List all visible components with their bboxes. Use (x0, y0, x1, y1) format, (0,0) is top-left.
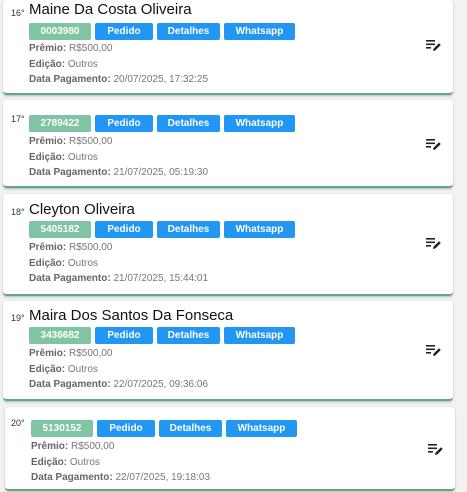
edicao-label: Edição: (29, 151, 66, 163)
pedido-button[interactable]: Pedido (95, 115, 153, 132)
ticket-code-badge[interactable]: 0003980 (29, 23, 91, 40)
edicao-value: Outros (67, 58, 98, 70)
data-pagamento-value: 22/07/2025, 19:18:03 (115, 472, 210, 483)
whatsapp-button[interactable]: Whatsapp (224, 115, 295, 132)
winner-card: 18° Cleyton Oliveira 5405182 Pedido Deta… (3, 194, 453, 296)
winner-card: 19° Maira Dos Santos Da Fonseca 3436682 … (3, 301, 453, 401)
edicao-label: Edição: (29, 363, 66, 375)
premio-label: Prêmio: (31, 441, 69, 452)
premio-value: R$500,00 (69, 136, 113, 147)
winner-info: Prêmio: R$500,00 Edição: Outros Data Pag… (29, 240, 208, 287)
edicao-value: Outros (69, 456, 100, 468)
detalhes-button[interactable]: Detalhes (157, 115, 220, 132)
action-buttons: 5405182 Pedido Detalhes Whatsapp (29, 221, 295, 238)
rank-label: 19° (11, 313, 25, 323)
premio-label: Prêmio: (29, 242, 67, 253)
winner-name: Maine Da Costa Oliveira (29, 1, 192, 18)
pedido-button[interactable]: Pedido (95, 221, 153, 238)
rank-label: 16° (11, 8, 25, 18)
edicao-value: Outros (67, 151, 98, 163)
premio-value: R$500,00 (69, 348, 113, 359)
data-pagamento-label: Data Pagamento: (29, 167, 111, 178)
premio-value: R$500,00 (69, 242, 113, 253)
premio-value: R$500,00 (69, 43, 113, 54)
action-buttons: 5130152 Pedido Detalhes Whatsapp (31, 420, 297, 437)
detalhes-button[interactable]: Detalhes (157, 327, 220, 344)
premio-label: Prêmio: (29, 348, 67, 359)
edit-note-icon[interactable] (426, 38, 442, 52)
ticket-code-badge[interactable]: 2789422 (29, 115, 91, 132)
action-buttons: 2789422 Pedido Detalhes Whatsapp (29, 115, 295, 132)
whatsapp-button[interactable]: Whatsapp (226, 420, 297, 437)
action-buttons: 0003980 Pedido Detalhes Whatsapp (29, 23, 295, 40)
premio-value: R$500,00 (71, 441, 115, 452)
data-pagamento-value: 22/07/2025, 09:36:06 (113, 379, 208, 390)
ticket-code-badge[interactable]: 3436682 (29, 327, 91, 344)
rank-label: 20° (11, 418, 25, 428)
edit-note-icon[interactable] (426, 343, 442, 357)
whatsapp-button[interactable]: Whatsapp (224, 221, 295, 238)
winner-info: Prêmio: R$500,00 Edição: Outros Data Pag… (31, 439, 210, 486)
data-pagamento-label: Data Pagamento: (29, 74, 111, 85)
premio-label: Prêmio: (29, 43, 67, 54)
edit-note-icon[interactable] (426, 236, 442, 250)
edicao-label: Edição: (29, 58, 66, 70)
winner-info: Prêmio: R$500,00 Edição: Outros Data Pag… (29, 346, 208, 393)
winner-card: 17° 2789422 Pedido Detalhes Whatsapp Prê… (3, 100, 453, 188)
pedido-button[interactable]: Pedido (95, 327, 153, 344)
pedido-button[interactable]: Pedido (97, 420, 155, 437)
detalhes-button[interactable]: Detalhes (157, 221, 220, 238)
ticket-code-badge[interactable]: 5405182 (29, 221, 91, 238)
data-pagamento-value: 20/07/2025, 17:32:25 (113, 74, 208, 85)
edit-note-icon[interactable] (426, 137, 442, 151)
edicao-value: Outros (67, 363, 98, 375)
premio-label: Prêmio: (29, 136, 67, 147)
data-pagamento-label: Data Pagamento: (29, 379, 111, 390)
edicao-label: Edição: (29, 257, 66, 269)
data-pagamento-label: Data Pagamento: (29, 273, 111, 284)
data-pagamento-label: Data Pagamento: (31, 472, 113, 483)
winner-card: 16° Maine Da Costa Oliveira 0003980 Pedi… (3, 0, 453, 95)
edicao-label: Edição: (31, 456, 68, 468)
whatsapp-button[interactable]: Whatsapp (224, 23, 295, 40)
winner-card: 20° 5130152 Pedido Detalhes Whatsapp Prê… (5, 407, 455, 491)
winner-info: Prêmio: R$500,00 Edição: Outros Data Pag… (29, 41, 208, 88)
edit-note-icon[interactable] (428, 442, 444, 456)
data-pagamento-value: 21/07/2025, 05:19:30 (113, 167, 208, 178)
detalhes-button[interactable]: Detalhes (157, 23, 220, 40)
winner-name: Cleyton Oliveira (29, 201, 135, 218)
winner-info: Prêmio: R$500,00 Edição: Outros Data Pag… (29, 134, 208, 181)
pedido-button[interactable]: Pedido (95, 23, 153, 40)
edicao-value: Outros (67, 257, 98, 269)
rank-label: 17° (11, 114, 25, 124)
data-pagamento-value: 21/07/2025, 15:44:01 (113, 273, 208, 284)
ticket-code-badge[interactable]: 5130152 (31, 420, 93, 437)
whatsapp-button[interactable]: Whatsapp (224, 327, 295, 344)
action-buttons: 3436682 Pedido Detalhes Whatsapp (29, 327, 295, 344)
winner-name: Maira Dos Santos Da Fonseca (29, 307, 234, 324)
detalhes-button[interactable]: Detalhes (159, 420, 222, 437)
rank-label: 18° (11, 207, 25, 217)
